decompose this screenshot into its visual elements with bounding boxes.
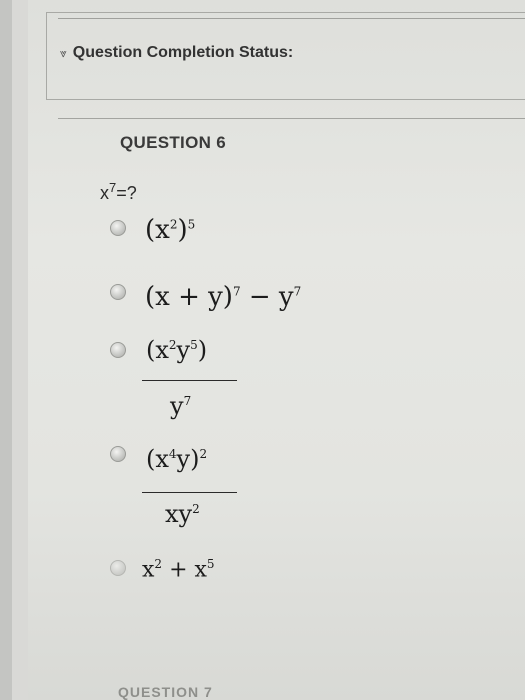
option-1-base: (x bbox=[145, 215, 170, 245]
content-panel bbox=[28, 0, 525, 700]
option-5-term-2: x bbox=[194, 557, 207, 583]
radio-option-1[interactable] bbox=[110, 220, 126, 236]
option-2-answer[interactable]: (x + y)7 − y7 bbox=[145, 282, 301, 312]
option-5-exp-1: 2 bbox=[154, 557, 163, 571]
option-5-exp-2: 5 bbox=[206, 557, 215, 571]
option-3-num-exp-1: 2 bbox=[168, 338, 177, 352]
radio-option-5[interactable] bbox=[110, 560, 126, 576]
option-2-exp-2: 7 bbox=[293, 284, 302, 299]
option-4-den-exp: 2 bbox=[192, 502, 200, 516]
option-4-numerator[interactable]: (x4y)2 bbox=[146, 445, 207, 473]
option-3-fraction-bar bbox=[142, 380, 237, 381]
option-2-term-1: (x + y) bbox=[145, 282, 233, 312]
option-3-den-exp: 7 bbox=[183, 394, 192, 408]
completion-status-header[interactable]: ⩔ Question Completion Status: bbox=[60, 44, 293, 62]
option-4-denominator: xy2 bbox=[165, 500, 200, 528]
option-3-num-close: ) bbox=[197, 336, 208, 364]
option-4-den-base: xy bbox=[165, 500, 193, 528]
question-title: QUESTION 6 bbox=[120, 133, 226, 152]
option-4-num-exp-2: 2 bbox=[199, 447, 208, 461]
option-3-num-exp-2: 5 bbox=[190, 338, 198, 352]
left-sidebar-edge bbox=[0, 0, 12, 700]
option-1-outer-exp: 5 bbox=[187, 217, 196, 232]
option-3-den-base: y bbox=[170, 392, 184, 420]
option-5-term-1: x bbox=[142, 557, 155, 583]
option-4-num-y: y) bbox=[176, 445, 200, 473]
radio-option-2[interactable] bbox=[110, 284, 126, 300]
option-3-num-base: (x bbox=[146, 336, 169, 364]
prompt-base: x bbox=[100, 183, 109, 203]
option-2-term-2: y bbox=[278, 282, 294, 312]
option-4-fraction-bar bbox=[142, 492, 237, 493]
prompt-tail: =? bbox=[116, 183, 137, 203]
next-question-title: QUESTION 7 bbox=[118, 684, 213, 700]
completion-status-label: Question Completion Status: bbox=[72, 44, 294, 61]
option-3-numerator[interactable]: (x2y5) bbox=[146, 336, 207, 364]
option-2-minus: − bbox=[248, 282, 271, 312]
option-1-answer[interactable]: (x2)5 bbox=[145, 215, 195, 245]
radio-option-3[interactable] bbox=[110, 342, 126, 358]
option-5-answer[interactable]: x2 + x5 bbox=[142, 557, 215, 582]
option-3-denominator: y7 bbox=[170, 392, 191, 420]
option-2-exp-1: 7 bbox=[232, 284, 241, 299]
option-3-num-y: y bbox=[176, 336, 191, 364]
option-4-num-exp-1: 4 bbox=[168, 447, 177, 461]
radio-option-4[interactable] bbox=[110, 446, 126, 462]
chevron-double-down-icon[interactable]: ⩔ bbox=[60, 46, 67, 61]
question-prompt: x7=? bbox=[100, 180, 137, 204]
option-4-num-base: (x bbox=[146, 445, 169, 473]
option-5-plus: + bbox=[169, 557, 188, 583]
question-separator bbox=[58, 118, 525, 119]
option-1-close: ) bbox=[177, 215, 188, 245]
